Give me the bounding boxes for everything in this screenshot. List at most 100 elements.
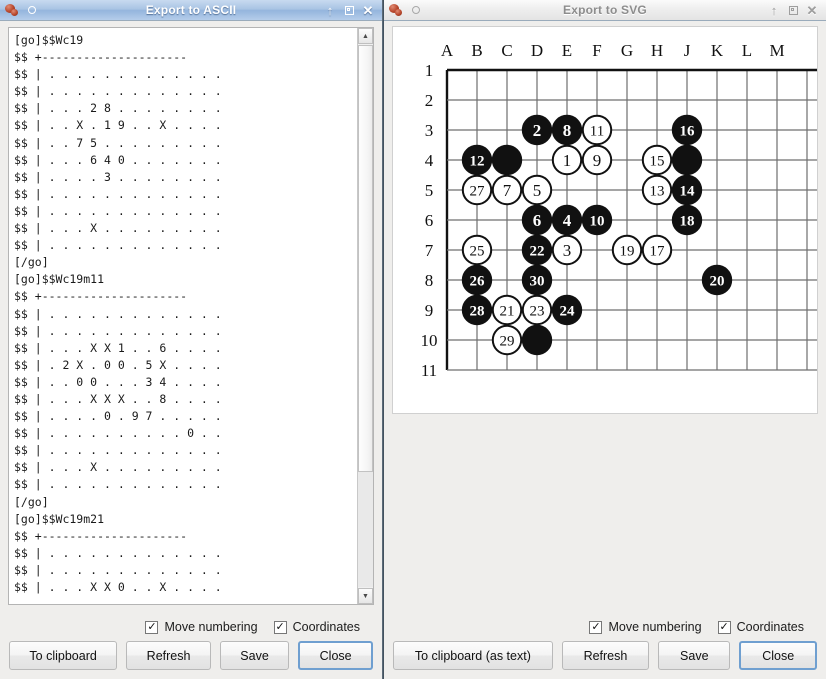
svg-titlebar[interactable]: Export to SVG ↑ ✕ — [384, 0, 826, 21]
row-label-6: 6 — [425, 211, 434, 230]
desktop: Export to ASCII ↑ ✕ [go]$$Wc19 $$ +-----… — [0, 0, 826, 679]
ascii-text-area[interactable]: [go]$$Wc19 $$ +--------------------- $$ … — [9, 28, 357, 604]
stone-label: 1 — [563, 151, 572, 170]
scrollbar-thumb[interactable] — [358, 45, 373, 472]
close-button[interactable]: ✕ — [359, 2, 377, 19]
stone-J6: 18 — [673, 206, 701, 234]
stone-label: 23 — [530, 303, 545, 319]
stone-label: 12 — [470, 153, 485, 169]
stone-label: 14 — [680, 183, 696, 199]
stone-E9: 24 — [553, 296, 581, 324]
stone-label: 10 — [590, 213, 605, 229]
refresh-button[interactable]: Refresh — [562, 641, 649, 670]
stone-E3: 8 — [553, 116, 581, 144]
scroll-up-arrow-icon[interactable]: ▲ — [358, 28, 373, 44]
ascii-options-row: ✓ Move numbering ✓ Coordinates — [0, 613, 382, 641]
close-button[interactable]: ✕ — [803, 2, 821, 19]
stone-H7: 17 — [643, 236, 671, 264]
checkmark-icon: ✓ — [589, 621, 602, 634]
stone-label: 21 — [500, 303, 515, 319]
row-label-9: 9 — [425, 301, 434, 320]
close-button[interactable]: Close — [739, 641, 817, 670]
ascii-titlebar[interactable]: Export to ASCII ↑ ✕ — [0, 0, 382, 21]
stone-label: 7 — [503, 181, 512, 200]
stone-label: 30 — [530, 273, 545, 289]
export-to-ascii-window: Export to ASCII ↑ ✕ [go]$$Wc19 $$ +-----… — [0, 0, 383, 679]
svg-titlebar-icons — [384, 2, 424, 19]
to-clipboard-button[interactable]: To clipboard — [9, 641, 117, 670]
coordinates-label: Coordinates — [293, 620, 360, 634]
save-label: Save — [240, 649, 269, 663]
stone-B4: 12 — [463, 146, 491, 174]
maximize-button[interactable] — [340, 2, 358, 19]
stone-label: 24 — [560, 303, 576, 319]
stone-B7: 25 — [463, 236, 491, 264]
stone-K8: 20 — [703, 266, 731, 294]
ascii-titlebar-buttons: ↑ ✕ — [321, 2, 382, 19]
checkmark-icon: ✓ — [145, 621, 158, 634]
refresh-label: Refresh — [584, 649, 628, 663]
column-label-K: K — [711, 41, 724, 60]
svg-window-title: Export to SVG — [384, 3, 826, 17]
stone-label: 13 — [650, 183, 665, 199]
stone-C4 — [493, 146, 521, 174]
stone-C10: 29 — [493, 326, 521, 354]
save-button[interactable]: Save — [658, 641, 730, 670]
stone-label: 15 — [650, 153, 665, 169]
ascii-text-frame: [go]$$Wc19 $$ +--------------------- $$ … — [8, 27, 374, 605]
window-menu-icon[interactable] — [23, 2, 40, 19]
coordinates-checkbox[interactable]: ✓ Coordinates — [718, 620, 804, 634]
row-label-11: 11 — [421, 361, 437, 380]
row-label-1: 1 — [425, 61, 434, 80]
scrollbar-track[interactable] — [358, 45, 373, 587]
stone-C9: 21 — [493, 296, 521, 324]
stone-B5: 27 — [463, 176, 491, 204]
stone-label: 9 — [593, 151, 602, 170]
stone-label: 3 — [563, 241, 572, 260]
stone-G7: 19 — [613, 236, 641, 264]
column-label-J: J — [684, 41, 691, 60]
refresh-button[interactable]: Refresh — [126, 641, 211, 670]
close-label: Close — [762, 649, 794, 663]
column-label-G: G — [621, 41, 633, 60]
save-button[interactable]: Save — [220, 641, 289, 670]
save-label: Save — [680, 649, 709, 663]
stone-E6: 4 — [553, 206, 581, 234]
stone-label: 29 — [500, 333, 515, 349]
coordinates-checkbox[interactable]: ✓ Coordinates — [274, 620, 360, 634]
stone-D3: 2 — [523, 116, 551, 144]
stone-label: 5 — [533, 181, 542, 200]
column-label-B: B — [471, 41, 482, 60]
stone-label: 22 — [530, 243, 545, 259]
go-board-svg: ABCDEFGHJKLM1234567891011281116121915277… — [393, 27, 818, 414]
stone-label: 2 — [533, 121, 542, 140]
column-label-D: D — [531, 41, 543, 60]
scroll-down-arrow-icon[interactable]: ▼ — [358, 588, 373, 604]
stone-F4: 9 — [583, 146, 611, 174]
column-label-E: E — [562, 41, 572, 60]
checkmark-icon: ✓ — [274, 621, 287, 634]
maximize-button[interactable] — [784, 2, 802, 19]
move-numbering-checkbox[interactable]: ✓ Move numbering — [589, 620, 701, 634]
svg-button-row: To clipboard (as text) Refresh Save Clos… — [384, 641, 826, 679]
shade-button[interactable]: ↑ — [765, 2, 783, 19]
stone-F3: 11 — [583, 116, 611, 144]
coordinates-label: Coordinates — [737, 620, 804, 634]
move-numbering-checkbox[interactable]: ✓ Move numbering — [145, 620, 257, 634]
stone-F6: 10 — [583, 206, 611, 234]
stone-D9: 23 — [523, 296, 551, 324]
stone-label: 25 — [470, 243, 485, 259]
svg-options-row: ✓ Move numbering ✓ Coordinates — [384, 613, 826, 641]
go-board-preview[interactable]: ABCDEFGHJKLM1234567891011281116121915277… — [392, 26, 818, 414]
shade-button[interactable]: ↑ — [321, 2, 339, 19]
move-numbering-label: Move numbering — [608, 620, 701, 634]
stone-B8: 26 — [463, 266, 491, 294]
stone-D7: 22 — [523, 236, 551, 264]
column-label-A: A — [441, 41, 454, 60]
close-button[interactable]: Close — [298, 641, 373, 670]
to-clipboard-as-text-button[interactable]: To clipboard (as text) — [393, 641, 553, 670]
row-label-3: 3 — [425, 121, 434, 140]
stone-label: 11 — [590, 123, 604, 139]
window-menu-icon[interactable] — [407, 2, 424, 19]
vertical-scrollbar[interactable]: ▲ ▼ — [357, 28, 373, 604]
